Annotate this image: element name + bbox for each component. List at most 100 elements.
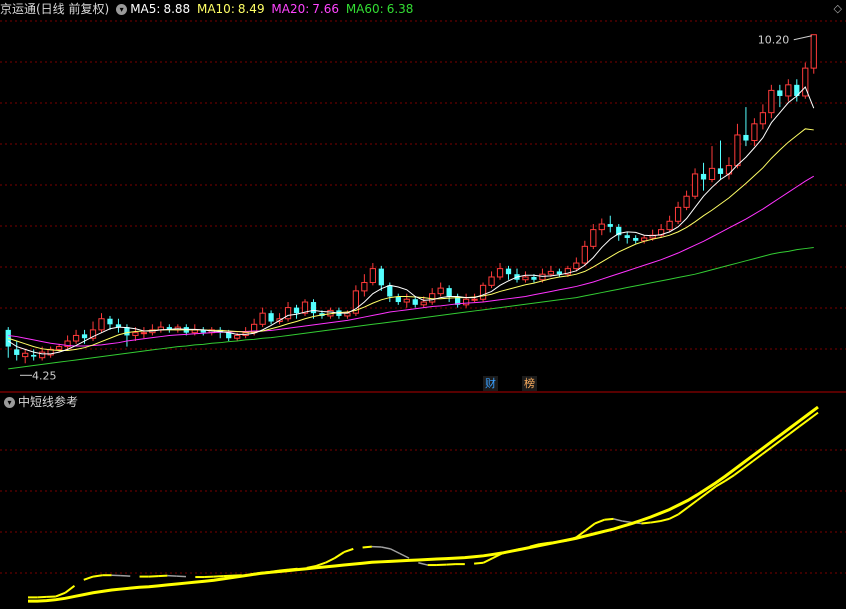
candle-body [743, 134, 749, 141]
candle-body [31, 354, 37, 357]
candle-body [768, 89, 775, 114]
candle-body [547, 270, 555, 275]
candle-body [759, 112, 767, 125]
candle-body [785, 84, 792, 97]
indicator-upper-segment [659, 517, 670, 523]
ma10-line [8, 128, 814, 351]
ma10-value: 8.49 [237, 2, 265, 16]
indicator-upper-segment [677, 506, 689, 516]
ma20-value: 7.66 [312, 2, 339, 16]
candle-body [522, 276, 529, 281]
candle-body [429, 293, 436, 303]
candle-body [556, 271, 563, 275]
indicator-upper-segment [83, 575, 94, 581]
indicator-upper-segment [641, 521, 651, 525]
indicator-upper-segment [474, 561, 484, 565]
candle-body [479, 284, 487, 300]
indicator-upper-segment [390, 548, 401, 555]
candle-body [751, 123, 758, 142]
candle-body [708, 167, 716, 181]
candle-body [132, 332, 139, 336]
candle-body [717, 168, 724, 174]
candle-body [581, 245, 588, 264]
chevron-down-icon[interactable]: ▾ [4, 397, 15, 408]
indicator-upper-segment [92, 574, 103, 578]
indicator-upper-segment [650, 520, 661, 524]
candle-body [268, 313, 274, 322]
candle-body [412, 299, 418, 305]
candle-body [488, 276, 495, 286]
candle-body [531, 276, 537, 280]
candle-body [700, 173, 707, 180]
candle-body [691, 173, 699, 197]
candle-body [420, 301, 427, 306]
finance-badge[interactable]: 财 [483, 376, 498, 391]
candle-body [55, 346, 63, 350]
ma20-label: MA20: [271, 2, 310, 16]
indicator-upper-segment [585, 522, 596, 532]
candle-body [81, 334, 88, 339]
indicator-upper-segment [399, 552, 410, 559]
indicator-upper-segment [604, 517, 614, 521]
indicator-upper-segment [362, 545, 372, 549]
candle-body [361, 282, 368, 292]
candle-body [777, 90, 783, 96]
ranking-badge[interactable]: 榜 [522, 376, 537, 391]
candle-body [590, 229, 597, 247]
candle-body [14, 349, 20, 355]
stock-chart-canvas[interactable]: 10.20 4.25 [0, 0, 846, 609]
ma60-label: MA60: [345, 2, 384, 16]
diamond-icon[interactable]: ◇ [834, 2, 842, 15]
candle-body [446, 288, 452, 297]
indicator-upper-segment [687, 499, 698, 509]
indicator-title[interactable]: 中短线参考 [18, 395, 78, 409]
candle-body [107, 318, 113, 325]
candle-body [378, 268, 384, 286]
candle-body [674, 206, 682, 222]
candle-body [573, 262, 580, 270]
candle-body [539, 273, 546, 281]
stock-title[interactable]: 京运通(日线 前复权) [0, 2, 109, 16]
high-price-pointer [793, 35, 812, 41]
candle-body [633, 237, 639, 241]
candle-body [387, 285, 393, 297]
ma60-value: 6.38 [386, 2, 414, 16]
candle-body [22, 352, 29, 358]
ma20-line [8, 175, 815, 347]
ma10-label: MA10: [196, 2, 235, 16]
indicator-upper-segment [55, 591, 66, 598]
candle-body [734, 134, 741, 167]
candle-body [72, 334, 80, 342]
candle-body [284, 307, 292, 320]
indicator-upper-segment [64, 585, 76, 594]
indicator-upper-segment [343, 547, 354, 554]
indicator-upper-segment [418, 562, 428, 566]
candle-body [140, 332, 148, 335]
candle-body [98, 318, 105, 331]
main-panel-header: 京运通(日线 前复权) ▾ MA5: 8.88 MA10: 8.49 MA20: 7.66… [0, 0, 416, 18]
candle-body [471, 298, 478, 301]
indicator-upper-segment [482, 557, 494, 564]
candle-body [666, 220, 673, 231]
indicator-upper-segment [668, 513, 680, 520]
ma5-label: MA5: [130, 2, 161, 16]
chevron-down-icon[interactable]: ▾ [116, 4, 128, 15]
indicator-upper-segment [594, 518, 605, 525]
ma5-line [7, 86, 815, 355]
candle-body [403, 298, 410, 303]
indicator-lower-line [28, 405, 819, 603]
candle-body [683, 195, 690, 208]
indicator-upper-segment [613, 518, 624, 522]
candle-body [624, 235, 630, 238]
candle-body [395, 296, 401, 303]
indicator-upper-segment [324, 557, 336, 564]
indicator-upper-segment [334, 551, 345, 559]
candle-body [259, 312, 266, 325]
candle-body [462, 298, 470, 306]
candle-body [310, 302, 317, 314]
indicator-panel-header: ▾ 中短线参考 [0, 393, 81, 411]
ma5-value: 8.88 [163, 2, 191, 16]
candle-body [496, 268, 504, 278]
candle-body [505, 268, 512, 275]
indicator-upper-segment [381, 546, 391, 550]
